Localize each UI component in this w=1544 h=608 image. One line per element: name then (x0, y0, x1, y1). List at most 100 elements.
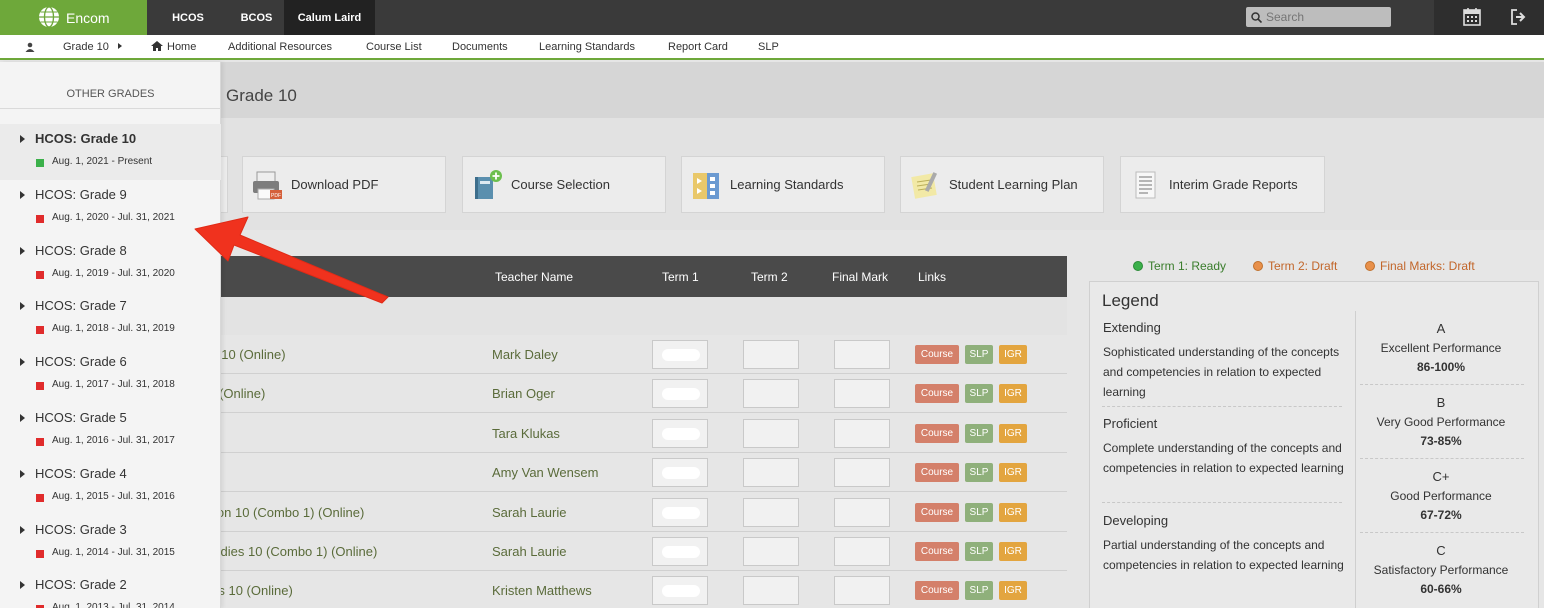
col-links: Links (918, 270, 947, 284)
teacher-name: Tara Klukas (492, 425, 560, 441)
final-mark (834, 497, 890, 527)
user-icon[interactable] (25, 42, 35, 52)
igr-link-button[interactable]: IGR (999, 502, 1027, 522)
legend-separator (1360, 384, 1524, 385)
final-mark (834, 340, 890, 369)
app-name: Encom (66, 9, 110, 26)
teacher-name: Brian Oger (492, 386, 555, 402)
igr-link-button[interactable]: IGR (999, 345, 1027, 364)
slp-link-button[interactable]: SLP (965, 502, 993, 522)
search-icon (1251, 11, 1262, 23)
term2-mark (743, 497, 799, 527)
term1-mark (652, 458, 708, 488)
caret-right-icon (20, 302, 25, 311)
nav-learning-standards[interactable]: Learning Standards (539, 41, 635, 53)
caret-right-icon (20, 469, 25, 478)
igr-link-button[interactable]: IGR (999, 423, 1027, 443)
grade-item[interactable]: HCOS: Grade 7 Aug. 1, 2018 - Jul. 31, 201… (0, 291, 221, 347)
brand-logo[interactable]: Encom (0, 0, 147, 35)
other-grades-dropdown: OTHER GRADES HCOS: Grade 10 Aug. 1, 2021 … (0, 62, 221, 608)
legend-grade-b: B Very Good Performance 73-85% (1357, 395, 1525, 448)
igr-link-button[interactable]: IGR (999, 581, 1027, 601)
course-link-button[interactable]: Course (915, 542, 959, 561)
term2-mark (743, 340, 799, 369)
legend-level-title: Proficient (1103, 416, 1158, 431)
nav-home-label: Home (167, 41, 197, 53)
legend-level-extending: Extending Sophisticated understanding of… (1103, 320, 1351, 402)
nav-course-list[interactable]: Course List (366, 41, 422, 53)
slp-link-button[interactable]: SLP (965, 581, 993, 601)
legend-grade-range: 73-85% (1420, 434, 1462, 448)
teacher-name: Kristen Matthews (492, 583, 592, 599)
grade-item-name: HCOS: Grade 6 (35, 354, 127, 370)
search-box[interactable] (1246, 7, 1391, 27)
redacted-mark (662, 506, 700, 519)
redacted-mark (662, 585, 700, 598)
interim-grade-reports-button[interactable]: Interim Grade Reports (1120, 156, 1325, 213)
legend-separator (1360, 458, 1524, 459)
course-link-button[interactable]: Course (915, 345, 959, 364)
student-learning-plan-button[interactable]: Student Learning Plan (900, 156, 1104, 213)
nav-home[interactable]: Home (151, 41, 196, 53)
igr-link-button[interactable]: IGR (999, 542, 1027, 561)
caret-right-icon (20, 358, 25, 367)
topnav-hcos[interactable]: HCOS (147, 0, 229, 35)
download-pdf-label: Download PDF (291, 177, 379, 192)
course-selection-button[interactable]: Course Selection (462, 156, 666, 213)
redacted-mark (662, 546, 700, 558)
course-name[interactable]: Studies 10 (Combo 1) (Online) (201, 544, 377, 559)
globe-icon (39, 6, 59, 28)
status-square-icon (36, 214, 44, 223)
slp-link-button[interactable]: SLP (965, 345, 993, 364)
grade-item[interactable]: HCOS: Grade 2 Aug. 1, 2013 - Jul. 31, 201… (0, 570, 221, 608)
status-square-icon (36, 270, 44, 279)
grade-item[interactable]: HCOS: Grade 3 Aug. 1, 2014 - Jul. 31, 201… (0, 515, 221, 571)
slp-link-button[interactable]: SLP (965, 423, 993, 443)
caret-right-icon (20, 135, 25, 143)
nav-documents[interactable]: Documents (452, 41, 508, 53)
course-name[interactable]: sition 10 (Combo 1) (Online) (201, 505, 364, 520)
grade-item[interactable]: HCOS: Grade 6 Aug. 1, 2017 - Jul. 31, 201… (0, 347, 221, 403)
slp-link-button[interactable]: SLP (965, 384, 993, 404)
caret-right-icon (20, 190, 25, 199)
slp-link-button[interactable]: SLP (965, 463, 993, 483)
legend-grade-range: 60-66% (1420, 582, 1462, 596)
status-term2-label: Term 2: Draft (1268, 259, 1338, 273)
grade-item[interactable]: HCOS: Grade 5 Aug. 1, 2016 - Jul. 31, 201… (0, 403, 221, 459)
term2-mark (743, 537, 799, 566)
grade-item[interactable]: HCOS: Grade 8 Aug. 1, 2019 - Jul. 31, 202… (0, 236, 221, 292)
grade-item[interactable]: HCOS: Grade 9 Aug. 1, 2020 - Jul. 31, 202… (0, 180, 221, 236)
grade-item-dates: Aug. 1, 2018 - Jul. 31, 2019 (52, 323, 175, 335)
legend-grade-letter: C+ (1432, 469, 1450, 484)
learning-standards-button[interactable]: Learning Standards (681, 156, 885, 213)
sub-nav: Grade 10 Home Additional Resources Cours… (0, 35, 1544, 60)
topnav-user[interactable]: Calum Laird (284, 0, 375, 35)
download-pdf-button[interactable]: PDF Download PDF (242, 156, 446, 213)
grade-item[interactable]: HCOS: Grade 4 Aug. 1, 2015 - Jul. 31, 201… (0, 459, 221, 515)
logout-icon[interactable] (1509, 7, 1529, 27)
nav-report-card[interactable]: Report Card (668, 41, 728, 53)
nav-slp[interactable]: SLP (758, 41, 779, 53)
topnav-bcos[interactable]: BCOS (229, 0, 284, 35)
legend-level-desc: Sophisticated understanding of the conce… (1103, 345, 1340, 399)
search-input[interactable] (1266, 10, 1386, 24)
calendar-icon[interactable] (1462, 7, 1482, 27)
term1-mark (652, 497, 708, 527)
term1-mark (652, 537, 708, 566)
legend-grade-letter: C (1436, 543, 1446, 558)
grade-item-dates: Aug. 1, 2014 - Jul. 31, 2015 (52, 546, 175, 558)
slp-link-button[interactable]: SLP (965, 542, 993, 561)
course-link-button[interactable]: Course (915, 502, 959, 522)
grade-item[interactable]: HCOS: Grade 10 Aug. 1, 2021 - Present (0, 124, 221, 180)
course-link-button[interactable]: Course (915, 581, 959, 601)
caret-right-icon (20, 414, 25, 422)
igr-link-button[interactable]: IGR (999, 463, 1027, 483)
grade-selector[interactable]: Grade 10 (63, 41, 122, 53)
igr-link-button[interactable]: IGR (999, 384, 1027, 404)
course-link-button[interactable]: Course (915, 423, 959, 443)
nav-additional-resources[interactable]: Additional Resources (228, 41, 332, 53)
course-link-button[interactable]: Course (915, 384, 959, 404)
col-teacher: Teacher Name (495, 270, 574, 284)
course-link-button[interactable]: Course (915, 463, 959, 483)
grade-item-dates: Aug. 1, 2019 - Jul. 31, 2020 (52, 267, 175, 279)
